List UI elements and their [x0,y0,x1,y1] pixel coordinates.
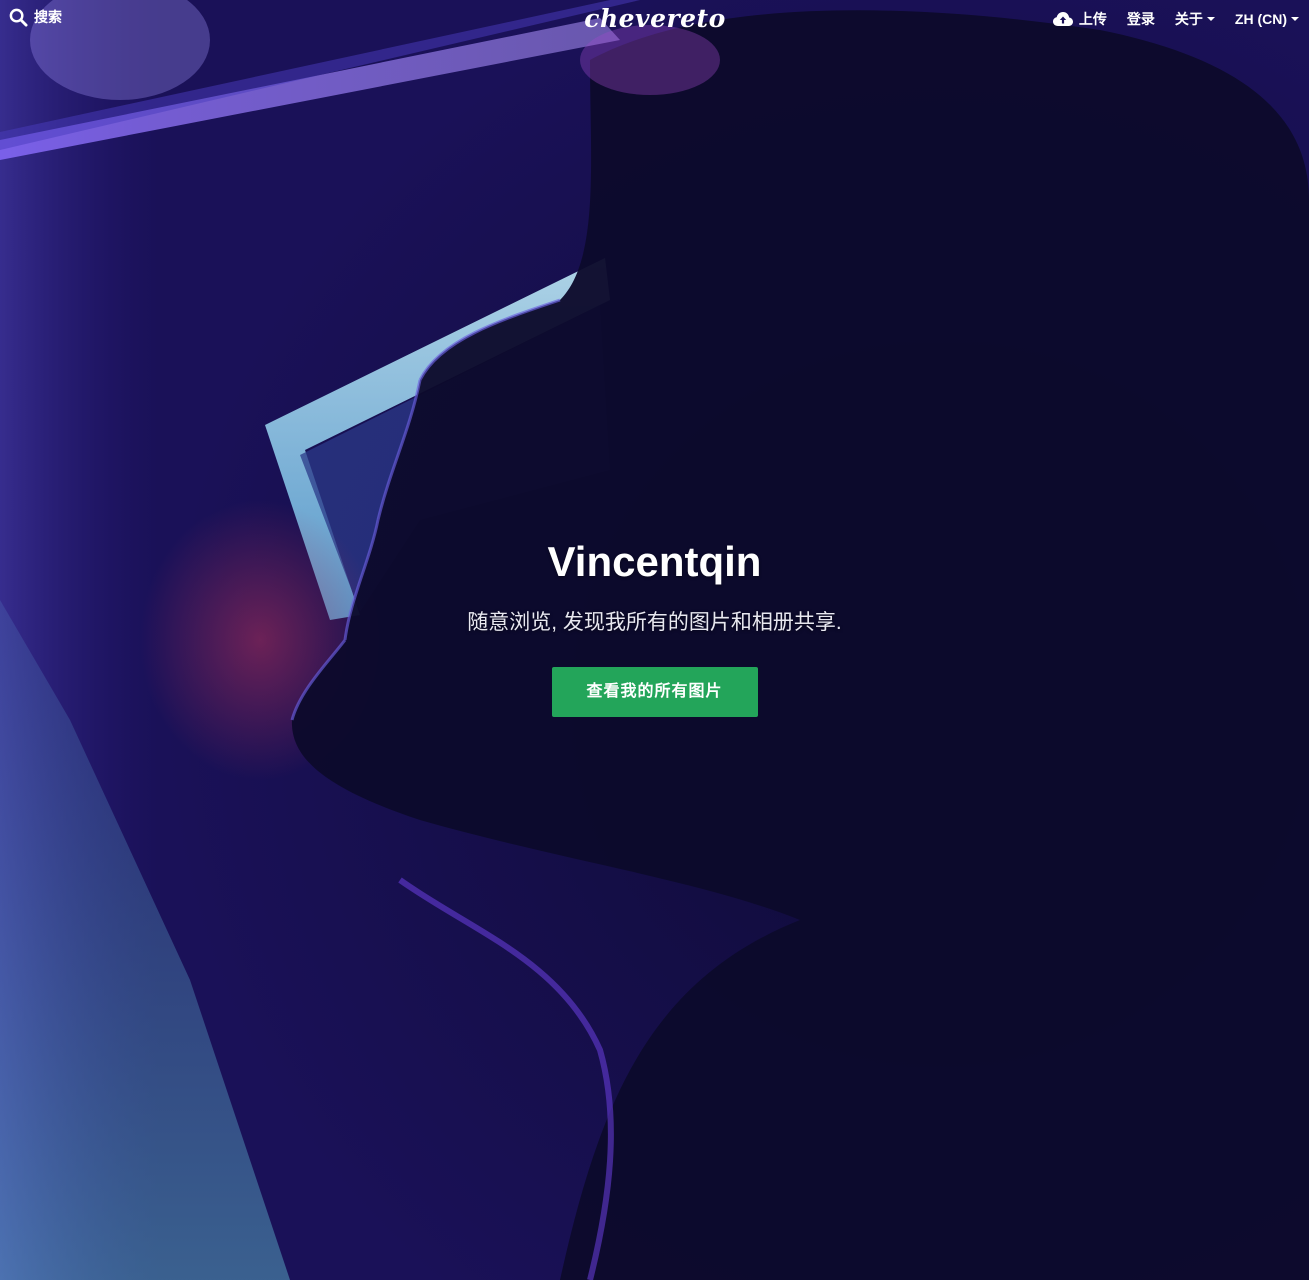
search-label: 搜索 [34,9,62,25]
homepage-cover: 搜索 chevereto 上传 登录 关于 ZH (CN) Vincentqin… [0,0,1309,1280]
upload-button[interactable]: 上传 [1052,9,1107,29]
site-logo[interactable]: chevereto [584,2,725,34]
top-navigation-actions: 上传 登录 关于 ZH (CN) [1052,9,1299,29]
about-dropdown[interactable]: 关于 [1175,9,1215,29]
login-label: 登录 [1126,11,1155,27]
upload-label: 上传 [1078,11,1107,27]
hero-section: Vincentqin 随意浏览, 发现我所有的图片和相册共享. 查看我的所有图片 [0,536,1309,717]
top-navigation-bar: 搜索 chevereto 上传 登录 关于 ZH (CN) [0,0,1309,36]
language-label: ZH (CN) [1234,11,1287,27]
language-dropdown[interactable]: ZH (CN) [1235,11,1299,27]
site-title: Vincentqin [547,538,762,585]
login-link[interactable]: 登录 [1127,9,1155,29]
cloud-upload-icon [1052,12,1073,26]
view-all-images-button[interactable]: 查看我的所有图片 [551,667,758,717]
caret-down-icon [1206,17,1215,21]
search-button[interactable]: 搜索 [9,7,62,27]
search-icon [9,8,28,27]
caret-down-icon [1291,17,1299,21]
about-label: 关于 [1174,11,1203,27]
site-description: 随意浏览, 发现我所有的图片和相册共享. [467,611,842,634]
